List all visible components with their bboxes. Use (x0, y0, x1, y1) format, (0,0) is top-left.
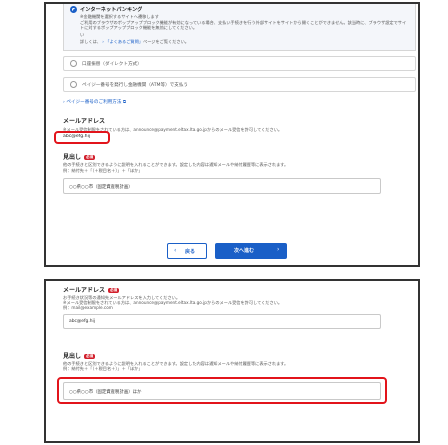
option-internet-banking[interactable]: インターネットバンキング ※金融機関を選択するサイトへ遷移します ご利用のブラウ… (63, 4, 416, 51)
email-input[interactable]: abc@efg.hij (63, 314, 381, 329)
option-payeasy[interactable]: ペイジー番号を発行し金融機関（ATM等）で支払う (63, 77, 416, 92)
payeasy-usage-text: ペイジー番号のご利用方法 (66, 100, 122, 105)
midashi-note-2: 例：納付先＋「（＋税目名＋）」＋「ほか」 (63, 168, 143, 173)
email-highlight-box (54, 131, 110, 144)
midashi-input[interactable]: ○○県○○市（固定資産税計画） (63, 178, 381, 194)
chevron-left-icon: ‹ (174, 247, 177, 254)
midashi-note-2-2: 例：納付先＋「（＋税目名＋）」＋「ほか」 (63, 366, 143, 371)
required-badge: 必須 (108, 288, 120, 293)
payeasy-label: ペイジー番号を発行し金融機関（ATM等）で支払う (82, 83, 189, 88)
payeasy-usage-link[interactable]: › ペイジー番号のご利用方法 ⧉ (63, 99, 126, 105)
email-input-value: abc@efg.hij (69, 319, 95, 324)
email-title-text-2: メールアドレス (63, 287, 106, 294)
direct-debit-radio[interactable] (70, 60, 77, 67)
external-link-icon: ⧉ (121, 100, 127, 105)
midashi-note-1: 他の手続きと区別できるように説明を入れることができます。設定した内容は通知メール… (63, 162, 289, 167)
next-button[interactable]: 次へ進む › (215, 243, 287, 259)
bank-note-2: ご利用のブラウザのポップアップブロック機能が有効になっている場合、支払い手続きを… (80, 20, 407, 31)
screenshot-entry-form: メールアドレス 必須 お手続き状況等の通知先メールアドレスを入力してください。 ※… (44, 279, 420, 443)
option-direct-debit[interactable]: 口座振替（ダイレクト方式） (63, 56, 416, 71)
email-title: メールアドレス (63, 118, 106, 125)
internet-banking-label: インターネットバンキング (80, 7, 143, 13)
midashi-title-text-2: 見出し (63, 353, 82, 360)
back-button[interactable]: ‹ 戻る (167, 243, 207, 259)
midashi-title-2: 見出し 必須 (63, 351, 96, 360)
bank-note-3: い (80, 32, 85, 37)
next-button-label: 次へ進む (234, 248, 255, 254)
email-example: 例：mail@example.com (63, 305, 113, 310)
midashi-highlight-box (57, 377, 387, 404)
faq-suffix: ページをご覧ください。 (143, 39, 189, 44)
payeasy-radio[interactable] (70, 81, 77, 88)
screenshot-payment-method: インターネットバンキング ※金融機関を選択するサイトへ遷移します ご利用のブラウ… (44, 2, 420, 267)
back-button-label: 戻る (185, 249, 196, 255)
midashi-title-text: 見出し (63, 154, 82, 161)
faq-prefix: 詳しくは、 (80, 39, 101, 44)
required-badge: 必須 (84, 155, 96, 160)
faq-line: 詳しくは、 › 「よくあるご質問」ページをご覧ください。 (80, 39, 189, 44)
bank-note-1: ※金融機関を選択するサイトへ遷移します (80, 14, 159, 19)
direct-debit-label: 口座振替（ダイレクト方式） (82, 62, 142, 67)
internet-banking-radio[interactable] (70, 6, 77, 13)
chevron-right-icon: › (277, 246, 280, 253)
midashi-title: 見出し 必須 (63, 152, 96, 161)
midashi-input-value: ○○県○○市（固定資産税計画） (69, 185, 133, 190)
email-title-2: メールアドレス 必須 (63, 285, 120, 294)
faq-link[interactable]: 「よくあるご質問」 (105, 39, 143, 44)
required-badge: 必須 (84, 354, 96, 359)
